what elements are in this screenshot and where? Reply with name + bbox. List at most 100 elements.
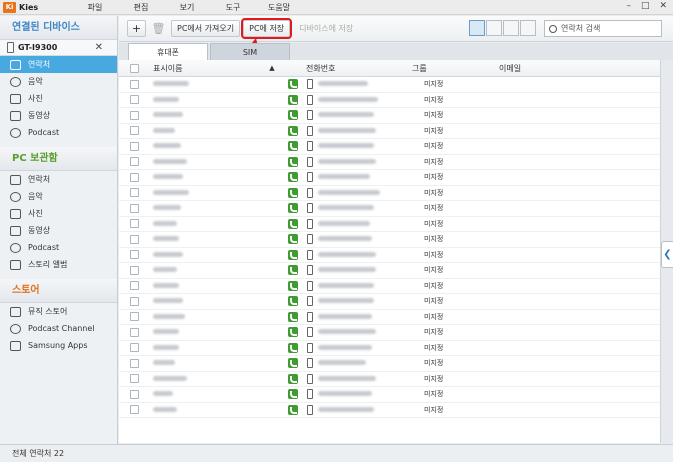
- row-checkbox[interactable]: [129, 157, 139, 167]
- table-row[interactable]: 미지정: [119, 372, 660, 387]
- call-icon[interactable]: [288, 141, 298, 152]
- sidebar-item-samsung-apps[interactable]: Samsung Apps: [0, 337, 117, 354]
- table-row[interactable]: 미지정: [119, 263, 660, 279]
- sort-arrow-icon[interactable]: ▲: [262, 64, 282, 72]
- call-icon[interactable]: [288, 389, 298, 400]
- row-checkbox[interactable]: [129, 296, 139, 306]
- menu-view[interactable]: 보기: [164, 0, 210, 15]
- column-group[interactable]: 그룹: [406, 63, 497, 74]
- table-row[interactable]: 미지정: [119, 248, 660, 263]
- row-checkbox[interactable]: [129, 374, 139, 384]
- save-to-device-button[interactable]: 디바이스에 저장: [293, 20, 359, 37]
- detail-view-icon[interactable]: [486, 20, 502, 36]
- call-icon[interactable]: [288, 296, 298, 307]
- add-contact-button[interactable]: +: [127, 20, 146, 37]
- call-icon[interactable]: [288, 404, 298, 415]
- sidebar-item-device-contacts[interactable]: 연락처: [0, 56, 117, 73]
- row-checkbox[interactable]: [129, 110, 139, 120]
- menu-help[interactable]: 도움말: [256, 0, 302, 15]
- table-row[interactable]: 미지정: [119, 186, 660, 201]
- device-row[interactable]: GT-I9300 ✕: [0, 40, 117, 56]
- row-checkbox[interactable]: [129, 79, 139, 89]
- row-checkbox[interactable]: [129, 203, 139, 213]
- table-row[interactable]: 미지정: [119, 294, 660, 310]
- call-icon[interactable]: [288, 342, 298, 353]
- disconnect-icon[interactable]: ✕: [95, 42, 103, 53]
- save-to-pc-button[interactable]: PC에 저장: [241, 18, 293, 39]
- call-icon[interactable]: [288, 187, 298, 198]
- row-checkbox[interactable]: [129, 95, 139, 105]
- row-checkbox[interactable]: [129, 250, 139, 260]
- call-icon[interactable]: [288, 311, 298, 322]
- table-row[interactable]: 미지정: [119, 170, 660, 186]
- table-row[interactable]: 미지정: [119, 232, 660, 248]
- call-icon[interactable]: [288, 203, 298, 214]
- import-from-pc-button[interactable]: PC에서 가져오기: [171, 20, 241, 37]
- minimize-icon[interactable]: –: [626, 1, 631, 11]
- close-icon[interactable]: ✕: [659, 1, 667, 11]
- column-phone[interactable]: 전화번호: [304, 63, 406, 74]
- sidebar-item-device-video[interactable]: 동영상: [0, 107, 117, 124]
- table-row[interactable]: 미지정: [119, 387, 660, 403]
- tab-phone[interactable]: 휴대폰: [128, 43, 208, 60]
- sidebar-item-device-podcast[interactable]: Podcast: [0, 124, 117, 141]
- sidebar-item-device-music[interactable]: 음악: [0, 73, 117, 90]
- menu-edit[interactable]: 편집: [118, 0, 164, 15]
- sidebar-item-pc-story-album[interactable]: 스토리 앨범: [0, 256, 117, 273]
- call-icon[interactable]: [288, 280, 298, 291]
- grid-view-icon[interactable]: [503, 20, 519, 36]
- table-row[interactable]: 미지정: [119, 155, 660, 170]
- column-name[interactable]: 표시이름: [149, 63, 262, 74]
- table-row[interactable]: 미지정: [119, 279, 660, 294]
- expand-panel-icon[interactable]: ❮: [661, 241, 673, 268]
- call-icon[interactable]: [288, 79, 298, 90]
- call-icon[interactable]: [288, 218, 298, 229]
- row-checkbox[interactable]: [129, 141, 139, 151]
- row-checkbox[interactable]: [129, 343, 139, 353]
- delete-button[interactable]: 🗑: [149, 20, 168, 37]
- sidebar-item-pc-contacts[interactable]: 연락처: [0, 171, 117, 188]
- table-row[interactable]: 미지정: [119, 124, 660, 139]
- row-checkbox[interactable]: [129, 327, 139, 337]
- tab-sim[interactable]: SIM: [210, 43, 290, 60]
- row-checkbox[interactable]: [129, 312, 139, 322]
- column-email[interactable]: 이메일: [497, 63, 647, 74]
- row-checkbox[interactable]: [129, 126, 139, 136]
- call-icon[interactable]: [288, 249, 298, 260]
- row-checkbox[interactable]: [129, 405, 139, 415]
- table-row[interactable]: 미지정: [119, 201, 660, 217]
- table-row[interactable]: 미지정: [119, 403, 660, 418]
- sidebar-item-music-store[interactable]: 뮤직 스토어: [0, 303, 117, 320]
- call-icon[interactable]: [288, 373, 298, 384]
- sidebar-item-pc-music[interactable]: 음악: [0, 188, 117, 205]
- list-view-icon[interactable]: [469, 20, 485, 36]
- call-icon[interactable]: [288, 125, 298, 136]
- call-icon[interactable]: [288, 358, 298, 369]
- menu-file[interactable]: 파일: [72, 0, 118, 15]
- call-icon[interactable]: [288, 110, 298, 121]
- card-view-icon[interactable]: [520, 20, 536, 36]
- row-checkbox[interactable]: [129, 234, 139, 244]
- table-row[interactable]: 미지정: [119, 310, 660, 325]
- call-icon[interactable]: [288, 327, 298, 338]
- call-icon[interactable]: [288, 265, 298, 276]
- menu-tools[interactable]: 도구: [210, 0, 256, 15]
- table-row[interactable]: 미지정: [119, 356, 660, 372]
- sidebar-item-pc-photo[interactable]: 사진: [0, 205, 117, 222]
- call-icon[interactable]: [288, 234, 298, 245]
- call-icon[interactable]: [288, 94, 298, 105]
- sidebar-item-pc-video[interactable]: 동영상: [0, 222, 117, 239]
- row-checkbox[interactable]: [129, 188, 139, 198]
- select-all-checkbox[interactable]: [129, 63, 139, 73]
- table-row[interactable]: 미지정: [119, 77, 660, 93]
- row-checkbox[interactable]: [129, 219, 139, 229]
- row-checkbox[interactable]: [129, 265, 139, 275]
- sidebar-item-pc-podcast[interactable]: Podcast: [0, 239, 117, 256]
- table-row[interactable]: 미지정: [119, 93, 660, 108]
- maximize-icon[interactable]: □: [641, 1, 650, 11]
- table-row[interactable]: 미지정: [119, 108, 660, 124]
- sidebar-item-device-photo[interactable]: 사진: [0, 90, 117, 107]
- row-checkbox[interactable]: [129, 172, 139, 182]
- search-input[interactable]: 연락처 검색: [544, 20, 662, 37]
- table-row[interactable]: 미지정: [119, 341, 660, 356]
